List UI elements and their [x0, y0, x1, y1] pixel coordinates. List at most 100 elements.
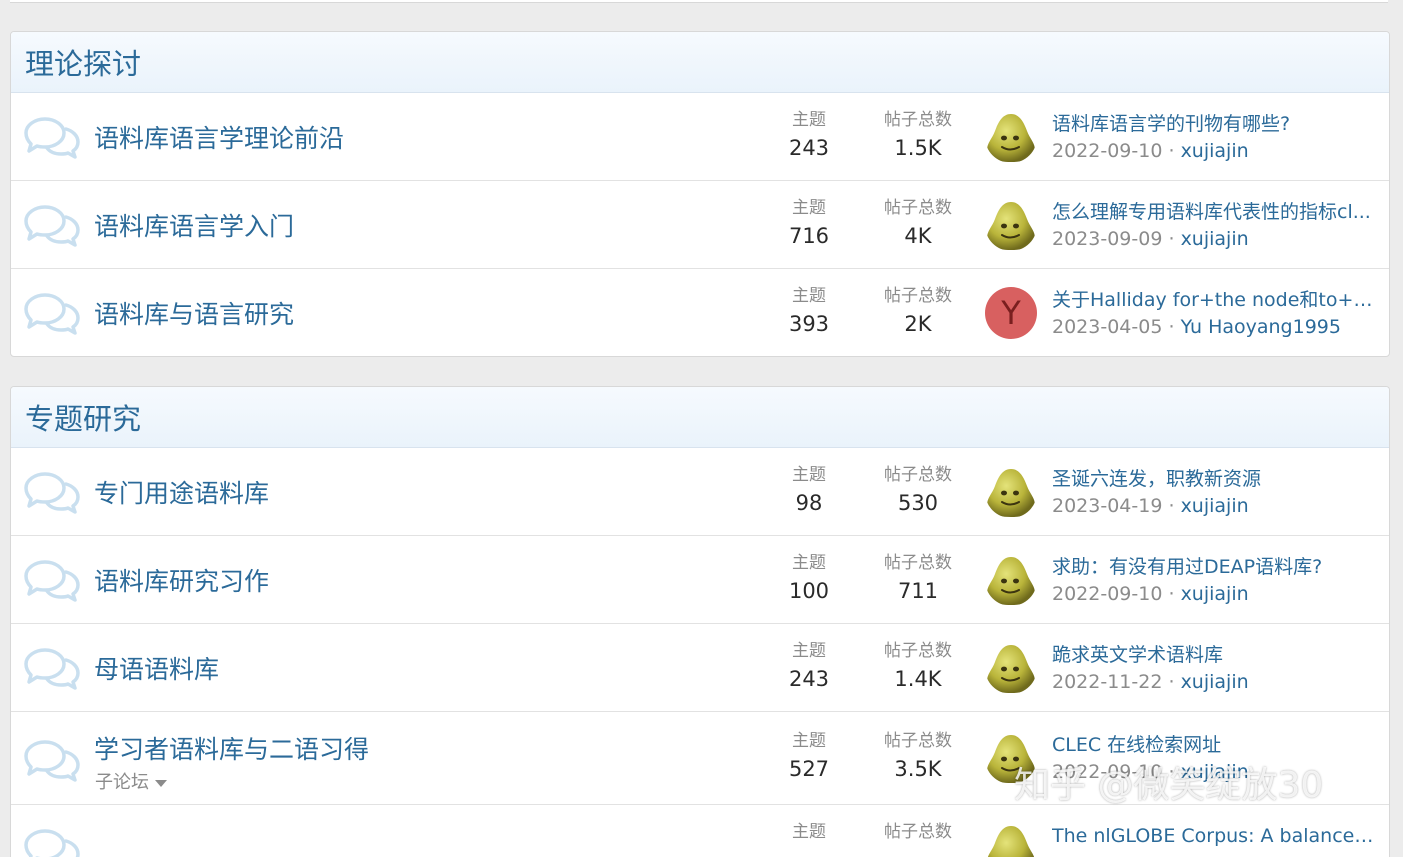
latest-post-title-link[interactable]: CLEC 在线检索网址 — [1052, 732, 1377, 758]
posts-count: 1.4K — [894, 667, 942, 691]
latest-post-user-link[interactable]: xujiajin — [1181, 228, 1249, 250]
latest-post-user-link[interactable]: xujiajin — [1181, 495, 1249, 517]
forum-title-link[interactable]: 语料库语言学理论前沿 — [94, 119, 344, 155]
latest-post-date[interactable]: 2022-11-22 — [1052, 671, 1162, 693]
forum-row: 学习者语料库与二语习得 子论坛 主题 527 帖子总数 3.5K CLEC 在线… — [11, 712, 1389, 805]
forum-row: 语料库研究习作 主题 100 帖子总数 711 求助：有没有用过DEAP语料库?… — [11, 536, 1389, 624]
latest-post-title-link[interactable]: The nlGLOBE Corpus: A balanced c... — [1052, 823, 1377, 849]
forum-bubbles-icon — [24, 117, 80, 159]
posts-count: 3.5K — [894, 757, 942, 781]
forum-title-link[interactable]: 语料库语言学入门 — [94, 207, 294, 243]
topics-stat: 主题 527 — [771, 730, 847, 786]
meta-separator: · — [1168, 495, 1175, 517]
avatar-pear[interactable] — [985, 466, 1037, 518]
forum-title-link[interactable]: 语料库与语言研究 — [94, 295, 294, 331]
posts-count: 1.5K — [894, 136, 942, 160]
forum-row: 母语语料库 主题 243 帖子总数 1.4K 跪求英文学术语料库 2022-11… — [11, 624, 1389, 712]
posts-label: 帖子总数 — [884, 553, 952, 573]
category-title[interactable]: 专题研究 — [11, 387, 1389, 448]
avatar-pear[interactable] — [985, 732, 1037, 784]
latest-post-meta: 2022-09-10 · xujiajin — [1052, 580, 1377, 608]
pear-avatar-icon — [985, 823, 1037, 857]
topics-label: 主题 — [792, 110, 826, 130]
latest-post-title-link[interactable]: 求助：有没有用过DEAP语料库? — [1052, 554, 1377, 580]
topics-stat: 主题 393 — [771, 285, 847, 341]
latest-post-title-link[interactable]: 跪求英文学术语料库 — [1052, 642, 1377, 668]
topics-stat: 主题 100 — [771, 552, 847, 608]
latest-post-meta: 2022-11-22 · xujiajin — [1052, 668, 1377, 696]
category-block-topics: 专题研究 专门用途语料库 主题 98 帖子总数 530 圣诞六连发，职教新资源 … — [10, 386, 1390, 857]
posts-label: 帖子总数 — [884, 641, 952, 661]
latest-post-meta: 2022-09-10 · xujiajin — [1052, 758, 1377, 786]
latest-post-title-link[interactable]: 圣诞六连发，职教新资源 — [1052, 466, 1377, 492]
latest-post-title-link[interactable]: 怎么理解专用语料库代表性的指标cl... — [1052, 199, 1377, 225]
latest-post-date[interactable]: 2023-09-09 — [1052, 228, 1162, 250]
posts-stat: 帖子总数 1.5K — [875, 109, 961, 165]
topics-label: 主题 — [792, 641, 826, 661]
forum-title-link[interactable]: 专门用途语料库 — [94, 474, 269, 510]
forum-row: 专门用途语料库 主题 98 帖子总数 530 圣诞六连发，职教新资源 2023-… — [11, 448, 1389, 536]
topics-count: 527 — [788, 757, 830, 781]
pear-avatar-icon — [985, 199, 1037, 251]
latest-post-date[interactable]: 2022-09-10 — [1052, 140, 1162, 162]
forum-title-link[interactable]: 学习者语料库与二语习得 — [94, 730, 369, 766]
pear-avatar-icon — [985, 642, 1037, 694]
latest-post-date[interactable]: 2022-09-10 — [1052, 583, 1162, 605]
topics-label: 主题 — [792, 286, 826, 306]
posts-label: 帖子总数 — [884, 198, 952, 218]
forum-title-link[interactable]: 母语语料库 — [94, 650, 219, 686]
topics-label: 主题 — [792, 731, 826, 751]
latest-post-date[interactable]: 2023-04-05 — [1052, 316, 1162, 338]
latest-post: 怎么理解专用语料库代表性的指标cl... 2023-09-09 · xujiaj… — [1052, 199, 1377, 253]
posts-stat: 帖子总数 — [875, 821, 961, 843]
topics-label: 主题 — [792, 465, 826, 485]
forum-row: 语料库语言学入门 主题 716 帖子总数 4K 怎么理解专用语料库代表性的指标c… — [11, 181, 1389, 269]
subforum-label: 子论坛 — [95, 772, 149, 793]
latest-post-user-link[interactable]: xujiajin — [1181, 761, 1249, 783]
latest-post: 语料库语言学的刊物有哪些? 2022-09-10 · xujiajin — [1052, 111, 1377, 165]
avatar-letter[interactable]: Y — [985, 287, 1037, 339]
meta-separator: · — [1168, 316, 1175, 338]
topics-count: 243 — [788, 667, 830, 691]
posts-stat: 帖子总数 3.5K — [875, 730, 961, 786]
latest-post-user-link[interactable]: xujiajin — [1181, 671, 1249, 693]
posts-stat: 帖子总数 530 — [875, 464, 961, 520]
caret-down-icon — [155, 779, 167, 787]
topics-label: 主题 — [792, 553, 826, 573]
latest-post-title-link[interactable]: 关于Halliday for+the node和to+th... — [1052, 287, 1377, 313]
avatar-pear[interactable] — [985, 823, 1037, 857]
topics-count: 716 — [788, 224, 830, 248]
avatar-pear[interactable] — [985, 554, 1037, 606]
pear-avatar-icon — [985, 732, 1037, 784]
latest-post: 跪求英文学术语料库 2022-11-22 · xujiajin — [1052, 642, 1377, 696]
category-title[interactable]: 理论探讨 — [11, 32, 1389, 93]
latest-post-meta: 2023-04-19 · xujiajin — [1052, 492, 1377, 520]
forum-title-link[interactable]: 语料库研究习作 — [94, 562, 269, 598]
latest-post-title-link[interactable]: 语料库语言学的刊物有哪些? — [1052, 111, 1377, 137]
posts-label: 帖子总数 — [884, 286, 952, 306]
avatar-pear[interactable] — [985, 111, 1037, 163]
topics-label: 主题 — [792, 198, 826, 218]
pear-avatar-icon — [985, 111, 1037, 163]
latest-post-date[interactable]: 2022-09-10 — [1052, 761, 1162, 783]
subforum-dropdown[interactable]: 子论坛 — [95, 768, 167, 794]
latest-post-user-link[interactable]: xujiajin — [1181, 583, 1249, 605]
category-block-theory: 理论探讨 语料库语言学理论前沿 主题 243 帖子总数 1.5K 语料库语言学的… — [10, 31, 1390, 357]
avatar-pear[interactable] — [985, 199, 1037, 251]
forum-bubbles-icon — [24, 472, 80, 514]
latest-post-user-link[interactable]: xujiajin — [1181, 140, 1249, 162]
latest-post-date[interactable]: 2023-04-19 — [1052, 495, 1162, 517]
meta-separator: · — [1168, 583, 1175, 605]
meta-separator: · — [1168, 671, 1175, 693]
topics-count: 98 — [795, 491, 823, 515]
meta-separator: · — [1168, 228, 1175, 250]
latest-post-meta: 2023-04-05 · Yu Haoyang1995 — [1052, 313, 1377, 341]
topics-stat: 主题 716 — [771, 197, 847, 253]
avatar-pear[interactable] — [985, 642, 1037, 694]
topics-stat: 主题 243 — [771, 640, 847, 696]
forum-bubbles-icon — [24, 648, 80, 690]
posts-count: 711 — [897, 579, 939, 603]
topics-stat: 主题 243 — [771, 109, 847, 165]
latest-post-user-link[interactable]: Yu Haoyang1995 — [1181, 316, 1341, 338]
posts-stat: 帖子总数 2K — [875, 285, 961, 341]
